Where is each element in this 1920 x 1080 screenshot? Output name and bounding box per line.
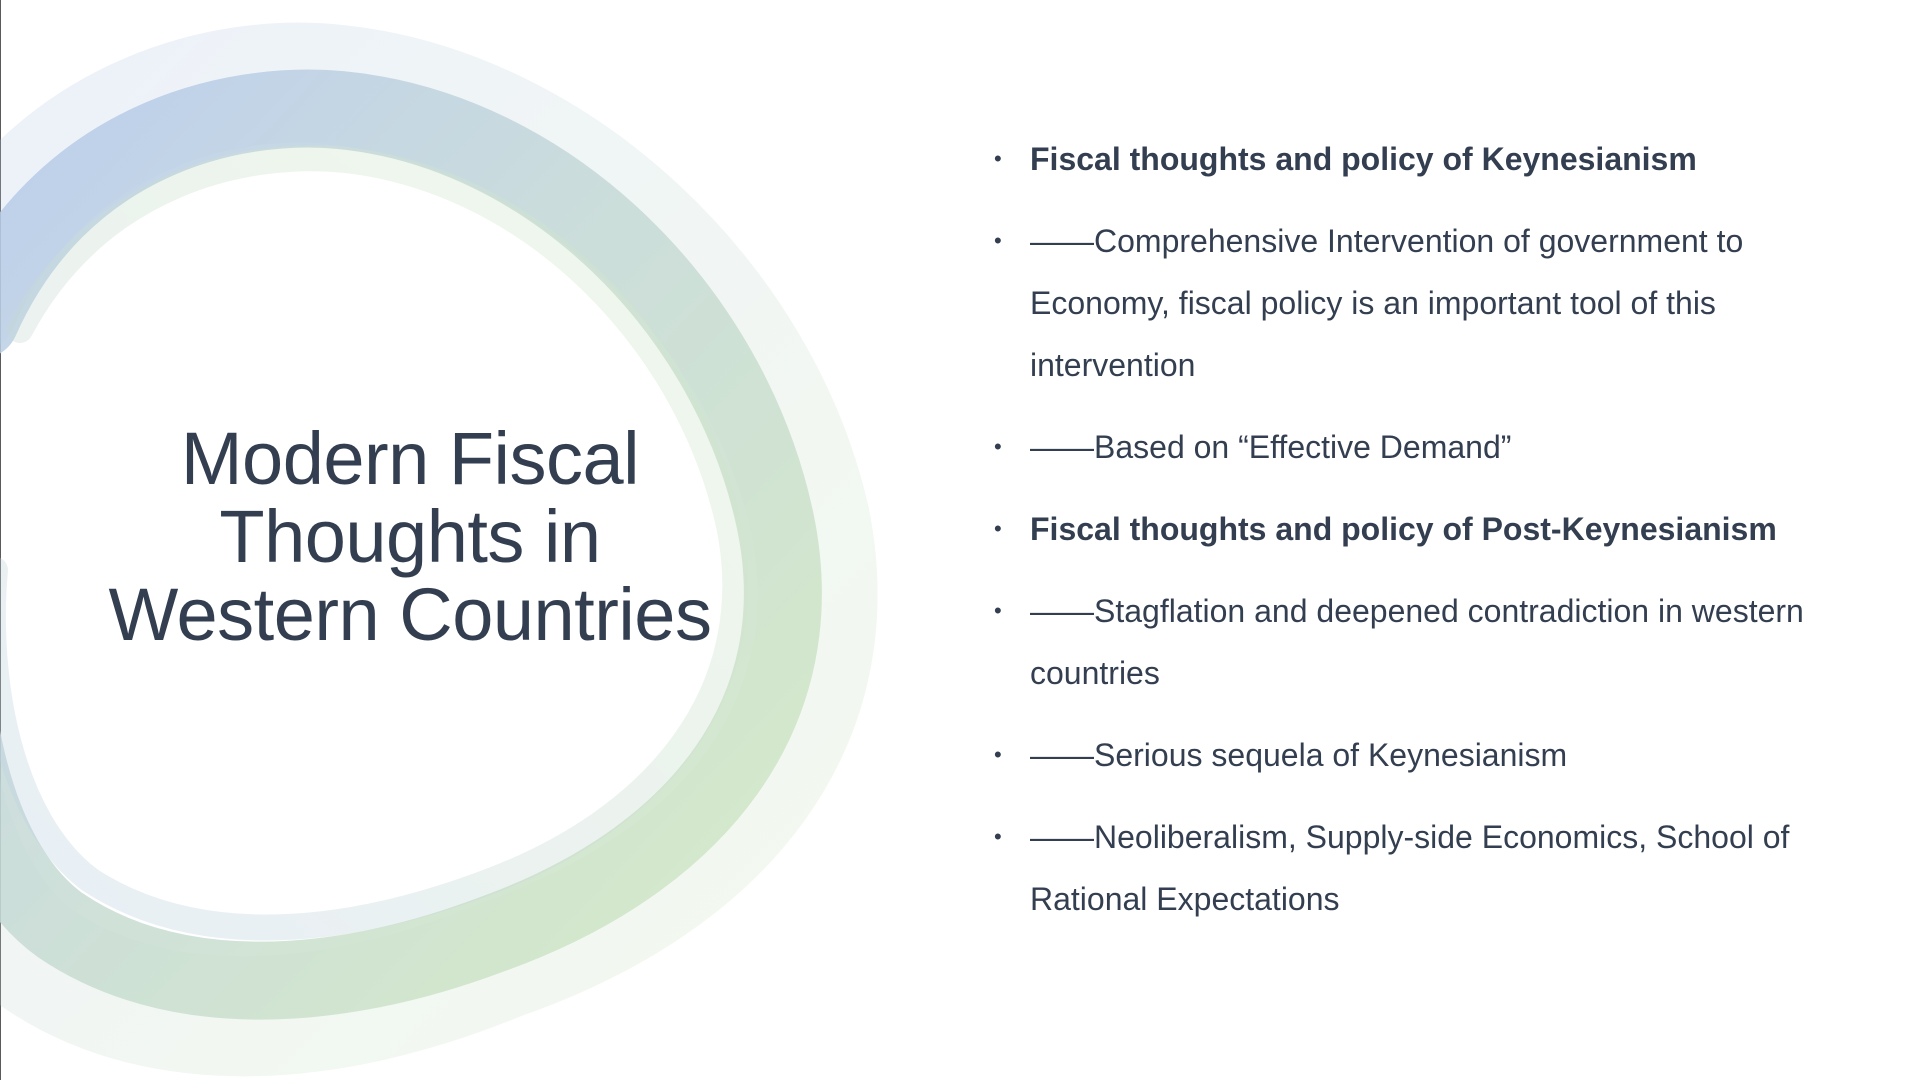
bullet-text: Fiscal thoughts and policy of Keynesiani… [1030,141,1697,177]
bullet-item: • ——Neoliberalism, Supply-side Economics… [992,806,1832,930]
title-line-1: Modern Fiscal [180,417,640,500]
title-line-2: Thoughts in [219,495,601,578]
bullet-dot: • [994,434,1002,459]
bullet-text: ——Based on “Effective Demand” [1030,429,1512,465]
bullet-list: • Fiscal thoughts and policy of Keynesia… [992,128,1832,950]
bullet-text: ——Stagflation and deepened contradiction… [1030,593,1804,691]
bullet-text: ——Neoliberalism, Supply-side Economics, … [1030,819,1790,917]
bullet-dot: • [994,824,1002,849]
bullet-item: • ——Stagflation and deepened contradicti… [992,580,1832,704]
bullet-dot: • [994,516,1002,541]
slide-title: Modern Fiscal Thoughts in Western Countr… [90,420,730,654]
bullet-item: • Fiscal thoughts and policy of Keynesia… [992,128,1832,190]
bullet-dot: • [994,228,1002,253]
bullet-item: • ——Serious sequela of Keynesianism [992,724,1832,786]
bullet-dot: • [994,598,1002,623]
bullet-dot: • [994,742,1002,767]
bullet-item: • ——Comprehensive Intervention of govern… [992,210,1832,396]
bullet-text: Fiscal thoughts and policy of Post-Keyne… [1030,511,1777,547]
slide: Modern Fiscal Thoughts in Western Countr… [0,0,1920,1080]
bullet-dot: • [994,146,1002,171]
bullet-item: • Fiscal thoughts and policy of Post-Key… [992,498,1832,560]
bullet-item: • ——Based on “Effective Demand” [992,416,1832,478]
title-line-3: Western Countries [108,573,712,656]
bullet-text: ——Comprehensive Intervention of governme… [1030,223,1744,383]
bullet-text: ——Serious sequela of Keynesianism [1030,737,1568,773]
